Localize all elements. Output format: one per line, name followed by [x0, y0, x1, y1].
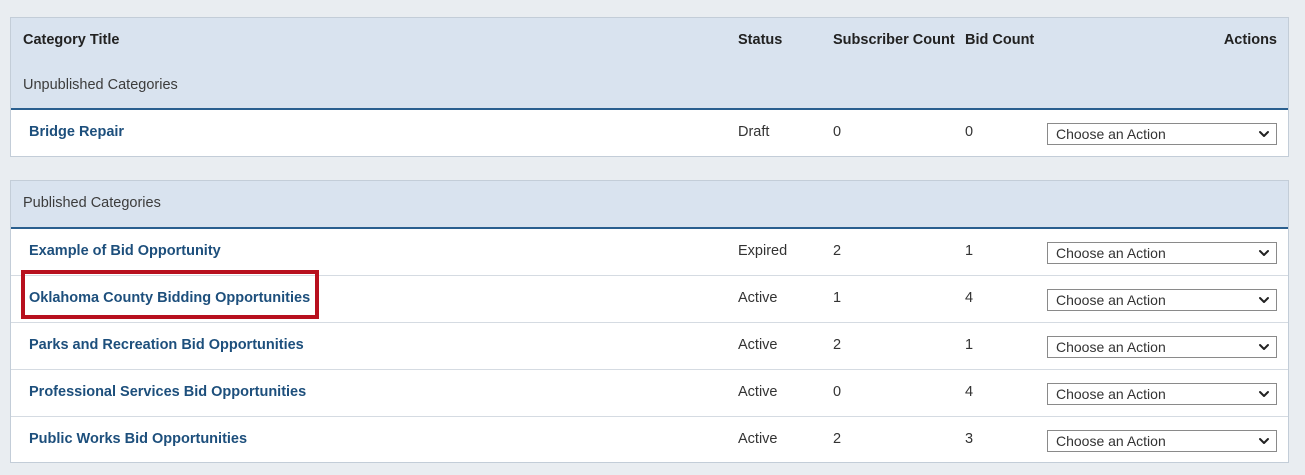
chevron-down-icon — [1259, 131, 1269, 137]
unpublished-rows: Bridge Repair Draft 0 0 Choose an Action — [11, 110, 1288, 157]
action-select-value: Choose an Action — [1056, 339, 1166, 355]
chevron-down-icon — [1259, 297, 1269, 303]
published-rows: Example of Bid Opportunity Expired 2 1 C… — [11, 229, 1288, 464]
bid-count: 0 — [965, 124, 974, 140]
status-text: Active — [738, 337, 778, 353]
category-title-link[interactable]: Parks and Recreation Bid Opportunities — [29, 337, 304, 353]
status-text: Draft — [738, 124, 770, 140]
table-row: Parks and Recreation Bid Opportunities A… — [11, 323, 1288, 370]
action-select[interactable]: Choose an Action — [1047, 242, 1277, 264]
subscriber-count: 2 — [833, 243, 842, 259]
table-row: Bridge Repair Draft 0 0 Choose an Action — [11, 110, 1288, 157]
subscriber-count: 1 — [833, 290, 842, 306]
action-select[interactable]: Choose an Action — [1047, 336, 1277, 358]
action-select-value: Choose an Action — [1056, 292, 1166, 308]
chevron-down-icon — [1259, 344, 1269, 350]
status-text: Active — [738, 384, 778, 400]
section-header-published: Published Categories — [11, 181, 1288, 229]
table-row: Public Works Bid Opportunities Active 2 … — [11, 417, 1288, 464]
category-title-link[interactable]: Oklahoma County Bidding Opportunities — [29, 290, 310, 306]
section-label-published: Published Categories — [23, 195, 161, 211]
column-header-status[interactable]: Status — [738, 32, 782, 48]
column-header-bid-count[interactable]: Bid Count — [965, 32, 1034, 48]
subscriber-count: 0 — [833, 384, 842, 400]
chevron-down-icon — [1259, 250, 1269, 256]
status-text: Expired — [738, 243, 788, 259]
column-header-actions: Actions — [1223, 32, 1277, 48]
table-row: Professional Services Bid Opportunities … — [11, 370, 1288, 417]
action-select[interactable]: Choose an Action — [1047, 123, 1277, 145]
category-title-link[interactable]: Public Works Bid Opportunities — [29, 431, 247, 447]
published-categories-panel: Published Categories Example of Bid Oppo… — [10, 180, 1289, 463]
bid-count: 1 — [965, 243, 974, 259]
table-row: Oklahoma County Bidding Opportunities Ac… — [11, 276, 1288, 323]
bid-count: 1 — [965, 337, 974, 353]
chevron-down-icon — [1259, 438, 1269, 444]
action-select[interactable]: Choose an Action — [1047, 289, 1277, 311]
bid-count: 4 — [965, 290, 974, 306]
chevron-down-icon — [1259, 391, 1269, 397]
action-select[interactable]: Choose an Action — [1047, 383, 1277, 405]
action-select-value: Choose an Action — [1056, 386, 1166, 402]
unpublished-categories-panel: Category Title Status Subscriber Count B… — [10, 17, 1289, 157]
subscriber-count: 2 — [833, 337, 842, 353]
status-text: Active — [738, 431, 778, 447]
action-select-value: Choose an Action — [1056, 245, 1166, 261]
table-row: Example of Bid Opportunity Expired 2 1 C… — [11, 229, 1288, 276]
bid-count: 4 — [965, 384, 974, 400]
action-select-value: Choose an Action — [1056, 126, 1166, 142]
subscriber-count: 2 — [833, 431, 842, 447]
table-header: Category Title Status Subscriber Count B… — [11, 18, 1288, 110]
status-text: Active — [738, 290, 778, 306]
category-title-link[interactable]: Bridge Repair — [29, 124, 124, 140]
category-title-link[interactable]: Example of Bid Opportunity — [29, 243, 221, 259]
action-select[interactable]: Choose an Action — [1047, 430, 1277, 452]
column-header-subscriber-count[interactable]: Subscriber Count — [833, 32, 955, 48]
column-header-category-title[interactable]: Category Title — [23, 32, 119, 48]
subscriber-count: 0 — [833, 124, 842, 140]
category-title-link[interactable]: Professional Services Bid Opportunities — [29, 384, 306, 400]
bid-count: 3 — [965, 431, 974, 447]
action-select-value: Choose an Action — [1056, 433, 1166, 449]
section-label-unpublished: Unpublished Categories — [23, 77, 178, 93]
